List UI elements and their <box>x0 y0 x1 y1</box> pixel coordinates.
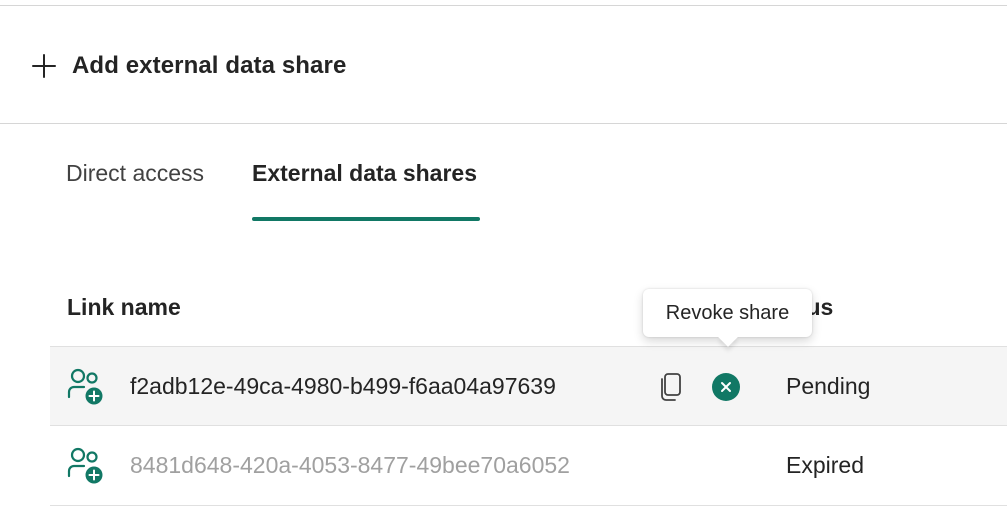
plus-icon <box>30 52 58 80</box>
add-external-data-share-label: Add external data share <box>72 52 347 79</box>
column-header-link-name[interactable]: Link name <box>67 294 181 321</box>
copy-icon <box>661 373 681 401</box>
add-external-data-share-button[interactable]: Add external data share <box>30 46 346 86</box>
status-value: Pending <box>786 373 871 399</box>
selected-tab-indicator <box>252 217 480 221</box>
tab-direct-access[interactable]: Direct access <box>66 160 204 187</box>
people-add-icon <box>66 446 106 486</box>
revoke-share-tooltip: Revoke share <box>643 289 812 347</box>
tooltip-text: Revoke share <box>665 301 790 324</box>
table-row[interactable]: f2adb12e-49ca-4980-b499-f6aa04a97639 Pen… <box>50 346 1007 426</box>
people-add-icon <box>66 367 106 407</box>
link-name: 8481d648-420a-4053-8477-49bee70a6052 <box>130 452 570 478</box>
link-name: f2adb12e-49ca-4980-b499-f6aa04a97639 <box>130 373 556 399</box>
top-divider <box>0 5 1007 6</box>
status-value: Expired <box>786 452 864 478</box>
table-row[interactable]: 8481d648-420a-4053-8477-49bee70a6052 Exp… <box>50 426 1007 506</box>
tab-external-data-shares[interactable]: External data shares <box>252 160 477 187</box>
section-divider <box>0 123 1007 124</box>
dismiss-circle-icon <box>712 373 740 401</box>
revoke-share-button[interactable] <box>710 371 742 403</box>
copy-link-button[interactable] <box>654 369 688 405</box>
